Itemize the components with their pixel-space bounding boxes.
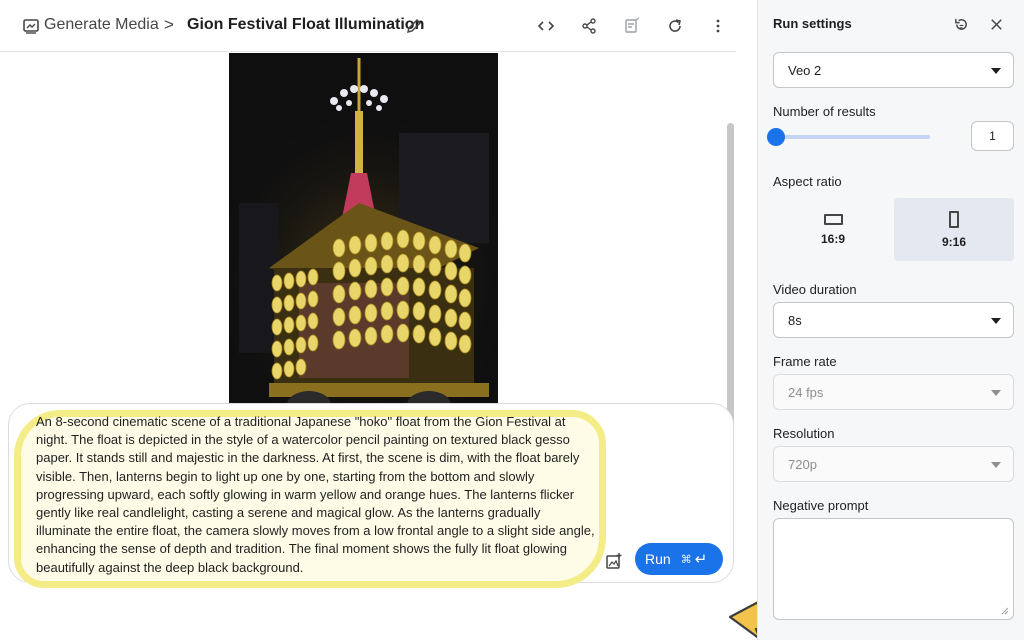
edit-icon[interactable] [402, 14, 426, 38]
duration-value: 8s [788, 313, 802, 328]
aspect-label: Aspect ratio [773, 174, 842, 189]
run-settings-panel: Run settings Veo 2 Number of results 1 A… [757, 0, 1024, 640]
breadcrumb-root[interactable]: Generate Media [44, 16, 159, 34]
scrollbar[interactable] [724, 53, 736, 453]
results-number-input[interactable]: 1 [971, 121, 1014, 151]
share-icon[interactable] [577, 14, 601, 38]
chevron-down-icon [991, 390, 1001, 396]
breadcrumb-separator: > [164, 15, 174, 34]
float-artwork [229, 53, 498, 451]
results-label: Number of results [773, 104, 876, 119]
code-icon[interactable] [534, 14, 558, 38]
scrollbar-thumb[interactable] [727, 123, 734, 449]
negative-prompt-input[interactable] [773, 518, 1014, 620]
model-value: Veo 2 [788, 63, 822, 78]
framerate-label: Frame rate [773, 354, 837, 369]
duration-select[interactable]: 8s [773, 302, 1014, 338]
resolution-value: 720p [788, 457, 817, 472]
chevron-down-icon [991, 462, 1001, 468]
enter-key-icon: ↵ [694, 550, 708, 568]
aspect-label-16-9: 16:9 [820, 231, 846, 246]
landscape-icon [823, 213, 843, 225]
results-slider-thumb[interactable] [767, 128, 785, 146]
resolution-select[interactable]: 720p [773, 446, 1014, 482]
model-select[interactable]: Veo 2 [773, 52, 1014, 88]
duration-label: Video duration [773, 282, 857, 297]
reset-settings-icon[interactable] [950, 13, 972, 35]
results-slider-track[interactable] [776, 135, 930, 139]
close-icon[interactable] [985, 13, 1007, 35]
chevron-down-icon [991, 68, 1001, 74]
add-media-icon[interactable] [604, 551, 624, 571]
negative-prompt-label: Negative prompt [773, 498, 869, 513]
panel-title: Run settings [773, 16, 852, 31]
media-icon [22, 17, 40, 35]
page-title: Gion Festival Float Illumination [187, 16, 425, 33]
aspect-option-9-16[interactable]: 9:16 [894, 198, 1014, 261]
compare-icon[interactable] [620, 14, 644, 38]
more-vert-icon[interactable] [706, 14, 730, 38]
top-bar: Generate Media > Gion Festival Float Ill… [0, 0, 736, 52]
prompt-input[interactable]: An 8-second cinematic scene of a traditi… [36, 413, 596, 577]
framerate-select[interactable]: 24 fps [773, 374, 1014, 410]
video-preview[interactable] [229, 53, 498, 451]
run-button[interactable]: Run ⌘ ↵ [635, 543, 723, 575]
portrait-icon [949, 210, 959, 228]
resolution-label: Resolution [773, 426, 835, 441]
framerate-value: 24 fps [788, 385, 824, 400]
aspect-option-16-9[interactable]: 16:9 [773, 198, 893, 261]
run-label: Run [645, 551, 671, 567]
cmd-key-icon: ⌘ [680, 552, 692, 566]
resize-grip-icon[interactable] [1001, 607, 1009, 615]
aspect-label-9-16: 9:16 [941, 234, 967, 249]
refresh-icon[interactable] [663, 14, 687, 38]
chevron-down-icon [991, 318, 1001, 324]
